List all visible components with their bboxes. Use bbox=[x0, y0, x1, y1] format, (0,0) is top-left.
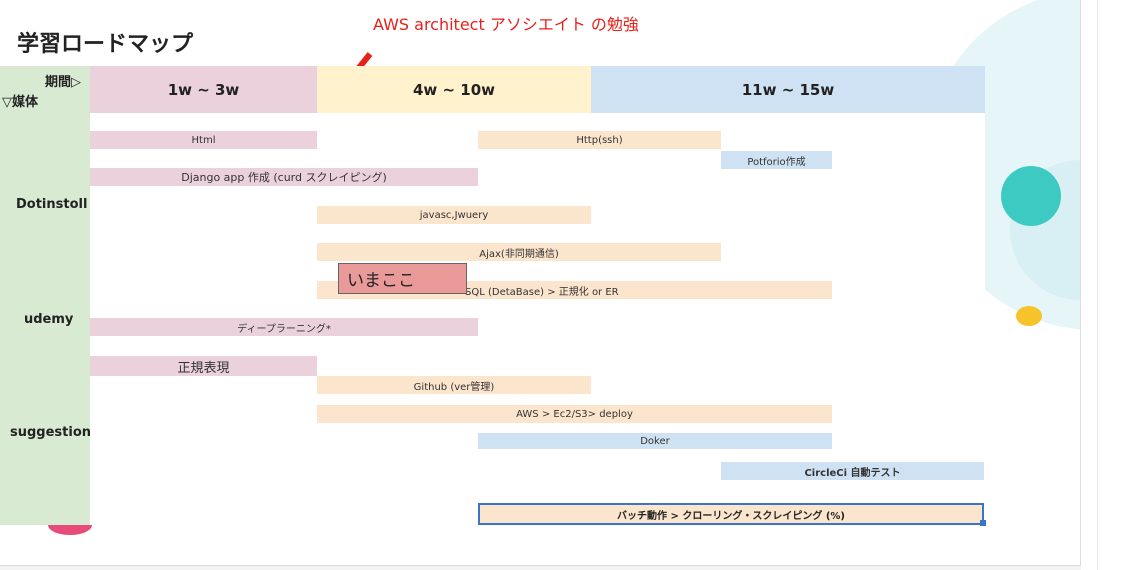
period-label: 1w ~ 3w bbox=[167, 80, 240, 99]
task-bar-html[interactable]: Html bbox=[90, 131, 317, 149]
decor-yellow-dot bbox=[1016, 306, 1042, 326]
current-position-marker[interactable]: いまここ bbox=[338, 263, 467, 294]
task-label: Django app 作成 (curd スクレイピング) bbox=[181, 171, 387, 184]
media-label-udemy: udemy bbox=[24, 312, 74, 327]
task-bar-aws[interactable]: AWS > Ec2/S3> deploy bbox=[317, 405, 832, 423]
task-bar-docker[interactable]: Doker bbox=[478, 433, 832, 449]
task-bar-batch-selected[interactable]: バッチ動作 > クローリング・スクレイピング (%) bbox=[478, 503, 984, 525]
task-label: Html bbox=[191, 134, 216, 146]
task-bar-django[interactable]: Django app 作成 (curd スクレイピング) bbox=[90, 168, 478, 186]
right-gutter bbox=[1081, 0, 1121, 570]
task-label: CircleCi 自動テスト bbox=[804, 467, 901, 479]
scrollbar-track[interactable] bbox=[1097, 0, 1098, 570]
task-label: AWS > Ec2/S3> deploy bbox=[516, 408, 633, 420]
task-label: バッチ動作 > クローリング・スクレイピング (%) bbox=[617, 510, 845, 522]
period-header-1: 1w ~ 3w bbox=[90, 66, 317, 113]
task-label: Potforio作成 bbox=[747, 156, 806, 168]
media-label-suggestion: suggestion bbox=[10, 425, 92, 440]
task-bar-javascript[interactable]: javasc,Jwuery bbox=[317, 206, 591, 224]
task-label: SQL (DetaBase) > 正規化 or ER bbox=[465, 286, 619, 298]
task-bar-regex[interactable]: 正規表現 bbox=[90, 356, 317, 376]
annotation-text: AWS architect アソシエイト の勉強 bbox=[373, 15, 639, 34]
task-bar-portfolio[interactable]: Potforio作成 bbox=[721, 151, 832, 169]
media-label-dotinstoll: Dotinstoll bbox=[16, 197, 88, 212]
task-label: Github (ver管理) bbox=[413, 381, 495, 393]
task-bar-circleci[interactable]: CircleCi 自動テスト bbox=[721, 462, 984, 480]
decor-teal-circle bbox=[1001, 166, 1061, 226]
task-label: 正規表現 bbox=[177, 360, 230, 376]
selection-resize-handle[interactable] bbox=[980, 520, 986, 526]
task-bar-deep-learning[interactable]: ディープラーニング* bbox=[90, 318, 478, 336]
period-axis-label: 期間▷ bbox=[45, 75, 81, 90]
period-header-3: 11w ~ 15w bbox=[591, 66, 985, 113]
period-label: 4w ~ 10w bbox=[412, 80, 496, 99]
task-label: ディープラーニング* bbox=[237, 323, 331, 335]
media-column bbox=[0, 66, 90, 525]
period-header-2: 4w ~ 10w bbox=[317, 66, 591, 113]
slide-title: 学習ロードマップ bbox=[17, 32, 194, 57]
task-label: Doker bbox=[640, 435, 670, 447]
task-label: javasc,Jwuery bbox=[419, 209, 489, 221]
period-label: 11w ~ 15w bbox=[741, 80, 835, 99]
task-label: Http(ssh) bbox=[576, 134, 623, 146]
task-bar-http[interactable]: Http(ssh) bbox=[478, 131, 721, 149]
media-axis-label: ▽媒体 bbox=[2, 95, 38, 110]
task-bar-github[interactable]: Github (ver管理) bbox=[317, 376, 591, 394]
task-bar-ajax[interactable]: Ajax(非同期通信) bbox=[317, 243, 721, 261]
task-label: Ajax(非同期通信) bbox=[479, 248, 559, 260]
